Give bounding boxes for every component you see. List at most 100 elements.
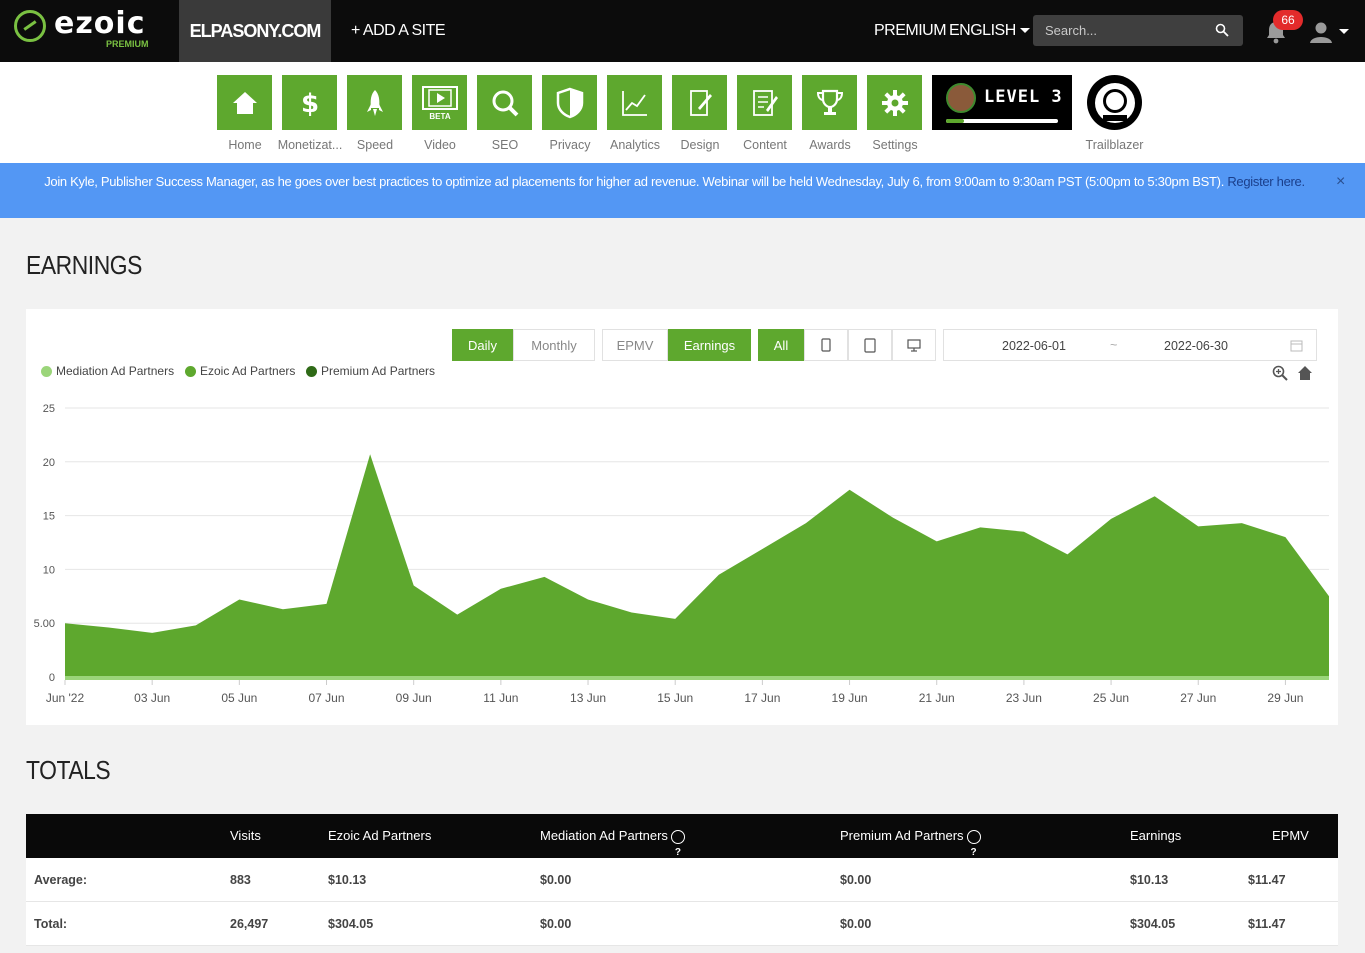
- nav-settings[interactable]: Settings: [867, 75, 923, 152]
- beta-tag: BETA: [429, 112, 450, 121]
- x-tick-label: 19 Jun: [832, 691, 868, 705]
- x-tick-label: 09 Jun: [396, 691, 432, 705]
- trailblazer-label: Trailblazer: [1085, 138, 1144, 152]
- language-label: ENGLISH: [949, 22, 1016, 39]
- site-selector[interactable]: ELPASONY.COM: [179, 0, 331, 62]
- table-row: Average: 883 $10.13 $0.00 $0.00 $10.13 $…: [26, 858, 1338, 902]
- x-tick-label: 13 Jun: [570, 691, 606, 705]
- x-tick-label: 03 Jun: [134, 691, 170, 705]
- cell-ezoic: $10.13: [328, 873, 367, 887]
- col-mediation-label: Mediation Ad Partners: [540, 828, 668, 843]
- x-tick-label: Jun '22: [46, 691, 85, 705]
- col-earnings: Earnings: [1130, 828, 1182, 843]
- level-progress-fill: [946, 119, 964, 123]
- video-icon: BETA: [412, 75, 467, 130]
- x-tick-label: 21 Jun: [919, 691, 955, 705]
- user-chevron-down-icon[interactable]: [1339, 29, 1349, 34]
- earnings-chart-card: Daily Monthly EPMV Earnings All 2022-06-…: [26, 309, 1338, 725]
- nav-settings-label: Settings: [872, 138, 918, 152]
- search-input[interactable]: [1033, 15, 1243, 46]
- cell-visits: 883: [230, 873, 251, 887]
- search-icon[interactable]: [1215, 23, 1229, 37]
- home-icon: [217, 75, 272, 130]
- dollar-icon: $: [282, 75, 337, 130]
- nav-content[interactable]: Content: [737, 75, 793, 152]
- cell-premium: $0.00: [840, 873, 872, 887]
- y-tick-label: 10: [43, 564, 55, 576]
- close-icon[interactable]: ×: [1336, 173, 1345, 191]
- col-visits: Visits: [230, 828, 261, 843]
- premium-link[interactable]: PREMIUM: [874, 22, 947, 40]
- row-label: Total:: [34, 917, 68, 931]
- trophy-icon: [802, 75, 857, 130]
- table-header-row: Visits Ezoic Ad Partners Mediation Ad Pa…: [26, 814, 1338, 858]
- nav-analytics[interactable]: Analytics: [607, 75, 663, 152]
- x-tick-label: 27 Jun: [1180, 691, 1216, 705]
- logo-subtitle: PREMIUM: [106, 39, 149, 49]
- line-chart-icon: [607, 75, 662, 130]
- x-tick-label: 17 Jun: [744, 691, 780, 705]
- help-icon[interactable]: ?: [966, 829, 981, 858]
- col-mediation: Mediation Ad Partners?: [540, 814, 685, 858]
- col-epmv: EPMV: [1272, 828, 1309, 843]
- x-tick-label: 05 Jun: [221, 691, 257, 705]
- cell-mediation: $0.00: [540, 917, 572, 931]
- add-site-link[interactable]: + ADD A SITE: [351, 22, 446, 40]
- shield-icon: [542, 75, 597, 130]
- y-tick-label: 25: [43, 403, 55, 415]
- y-tick-label: 15: [43, 511, 55, 523]
- rocket-icon: [347, 75, 402, 130]
- nav-video[interactable]: BETA Video: [412, 75, 468, 152]
- row-label: Average:: [34, 873, 88, 887]
- magnifier-icon: [477, 75, 532, 130]
- announcement-text: Join Kyle, Publisher Success Manager, as…: [44, 174, 1225, 189]
- table-row: Total: 26,497 $304.05 $0.00 $0.00 $304.0…: [26, 902, 1338, 946]
- x-tick-label: 11 Jun: [483, 691, 518, 705]
- y-tick-label: 5.00: [34, 618, 55, 630]
- x-tick-label: 15 Jun: [657, 691, 693, 705]
- notification-badge[interactable]: 66: [1273, 10, 1303, 30]
- cell-earnings: $304.05: [1130, 917, 1176, 931]
- earnings-area-chart: 0 5.00 10 15 20 25 Jun '22 03 Jun 05 Jun 07 Jun 09…: [34, 403, 1329, 705]
- language-dropdown[interactable]: ENGLISH: [949, 22, 1030, 40]
- cell-premium: $0.00: [840, 917, 872, 931]
- astronaut-icon: [1094, 82, 1135, 123]
- col-ezoic: Ezoic Ad Partners: [328, 828, 432, 843]
- nav-home[interactable]: Home: [217, 75, 273, 152]
- x-tick-label: 29 Jun: [1267, 691, 1303, 705]
- nav-design[interactable]: Design: [672, 75, 728, 152]
- totals-title: TOTALS: [26, 755, 111, 785]
- nav-monetization[interactable]: $ Monetizat...: [278, 75, 342, 152]
- trailblazer-badge[interactable]: [1087, 75, 1142, 130]
- x-tick-label: 25 Jun: [1093, 691, 1129, 705]
- cell-visits: 26,497: [230, 917, 269, 931]
- totals-table: Visits Ezoic Ad Partners Mediation Ad Pa…: [26, 814, 1338, 946]
- level-badge[interactable]: LEVEL 3: [932, 75, 1072, 130]
- series-area-mediation: [65, 676, 1329, 680]
- level-progress-bar: [946, 119, 1058, 123]
- nav-seo[interactable]: SEO: [477, 75, 533, 152]
- nav-speed[interactable]: Speed: [347, 75, 403, 152]
- content-icon: [737, 75, 792, 130]
- logo-text: ezoic: [54, 6, 146, 41]
- y-tick-label: 20: [43, 457, 55, 469]
- svg-text:$: $: [300, 89, 318, 118]
- gear-icon: [867, 75, 922, 130]
- cell-mediation: $0.00: [540, 873, 572, 887]
- nav-privacy[interactable]: Privacy: [542, 75, 598, 152]
- design-icon: [672, 75, 727, 130]
- nav-awards[interactable]: Awards: [802, 75, 858, 152]
- ezoic-logo[interactable]: ezoic PREMIUM: [14, 6, 164, 54]
- help-icon[interactable]: ?: [670, 829, 685, 858]
- ezoic-logo-mark: [14, 10, 46, 42]
- cell-epmv: $11.47: [1248, 917, 1286, 931]
- level-text: LEVEL 3: [984, 87, 1063, 107]
- cell-epmv: $11.47: [1248, 873, 1286, 887]
- cell-earnings: $10.13: [1130, 873, 1169, 887]
- cell-ezoic: $304.05: [328, 917, 374, 931]
- series-area-ezoic: [65, 454, 1329, 677]
- announcement-banner: Join Kyle, Publisher Success Manager, as…: [0, 163, 1365, 218]
- user-avatar-icon[interactable]: [1309, 21, 1333, 43]
- register-link[interactable]: Register here.: [1227, 174, 1305, 189]
- x-tick-label: 07 Jun: [309, 691, 345, 705]
